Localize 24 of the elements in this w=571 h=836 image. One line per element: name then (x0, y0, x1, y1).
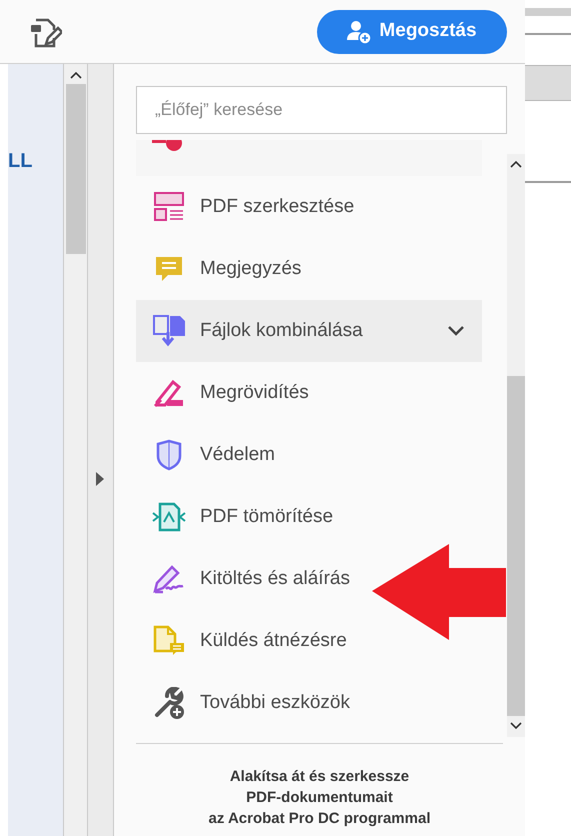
comment-icon (154, 254, 184, 284)
combine-files-icon (152, 314, 186, 348)
search-field[interactable]: „Élőfej” keresése (136, 86, 507, 134)
share-button[interactable]: Megosztás (317, 10, 507, 54)
header-band (525, 65, 571, 101)
chevron-down-icon[interactable] (448, 326, 464, 336)
highlighter-icon (153, 378, 185, 408)
scrollbar-thumb[interactable] (507, 376, 525, 716)
scroll-up-icon[interactable] (70, 71, 82, 79)
sidebar-label: LL (8, 149, 34, 174)
scrollbar-thumb[interactable] (66, 84, 86, 254)
wrench-plus-icon (153, 687, 185, 719)
compress-pdf-icon (152, 502, 186, 532)
promo-text: Alakítsa át és szerkessze PDF-dokumentumait az Acrobat Pro DC programmal (208, 767, 432, 829)
tool-item[interactable]: Fájlok kombinálása (136, 300, 482, 362)
scroll-down-icon[interactable] (510, 722, 522, 730)
signature-pen-icon (152, 564, 186, 594)
tool-icon (152, 140, 182, 151)
layout-edit-icon (154, 192, 184, 222)
add-person-icon (347, 20, 372, 44)
expand-triangle-icon[interactable] (96, 472, 104, 486)
scroll-up-icon[interactable] (510, 160, 522, 168)
shield-icon (155, 439, 183, 471)
document-comment-icon (153, 625, 185, 657)
